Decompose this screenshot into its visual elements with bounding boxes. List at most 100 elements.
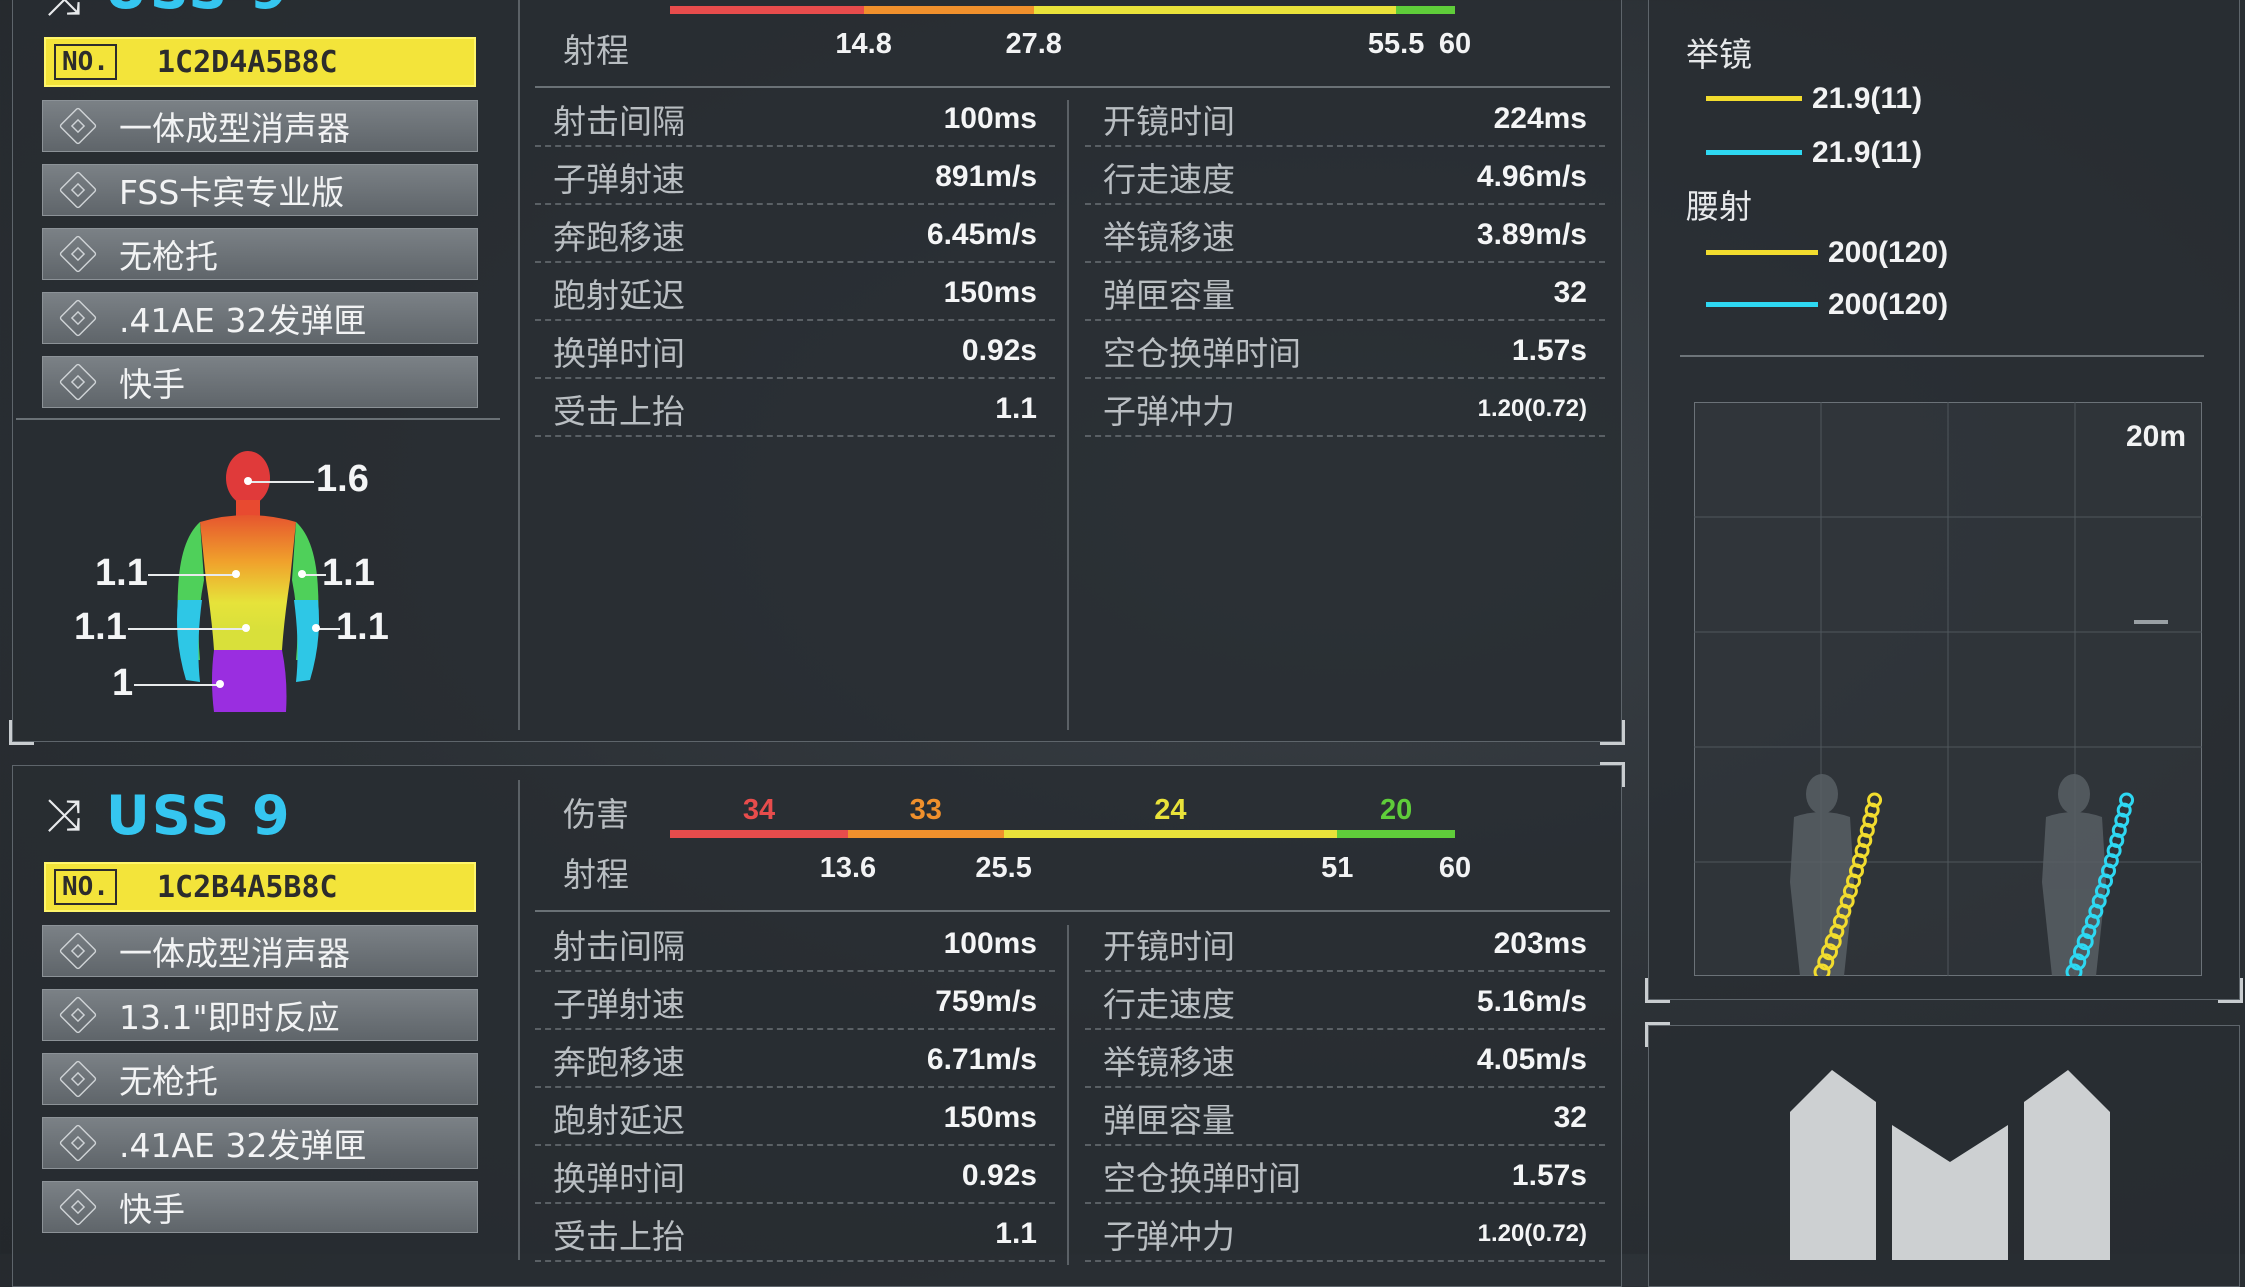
stat-label: 开镜时间 [1103, 927, 1235, 966]
stat-value: 759m/s [935, 985, 1037, 1018]
attachment-icon [58, 362, 98, 402]
damage-segment [1337, 830, 1455, 838]
attachment-slot[interactable]: 13.1"即时反应 [42, 989, 478, 1041]
panel-corner [1600, 762, 1625, 787]
stat-label: 举镜移速 [1103, 1043, 1235, 1082]
left-forearm-zone [177, 600, 202, 682]
attachment-slot[interactable]: 快手 [42, 1181, 478, 1233]
attachment-slot[interactable]: 一体成型消声器 [42, 925, 478, 977]
attachment-name: 一体成型消声器 [119, 109, 350, 148]
attachment-icon [58, 1187, 98, 1227]
stat-label: 行走速度 [1103, 160, 1235, 199]
stat-value: 0.92s [961, 334, 1037, 367]
stat-value: 1.1 [995, 1217, 1037, 1250]
range-tick: 25.5 [975, 852, 1032, 884]
attachment-name: 快手 [119, 1190, 185, 1229]
weapon-1-serial: NO. 1C2D4A5B8C [44, 37, 476, 87]
panel-corner [1645, 978, 1670, 1003]
ads-label: 举镜 [1686, 35, 1752, 74]
stat-value: 32 [1553, 276, 1587, 309]
stat-row: 空仓换弹时间 1.57s [1085, 325, 1605, 379]
stat-value: 100ms [943, 927, 1037, 960]
hip-label: 腰射 [1686, 187, 1752, 226]
stat-row: 受击上抬 1.1 [535, 383, 1055, 437]
range-tick: 13.6 [819, 852, 877, 884]
attachment-slot[interactable]: .41AE 32发弹匣 [42, 1117, 478, 1169]
hit-dot [312, 624, 320, 632]
neck-zone [236, 500, 260, 516]
stat-label: 举镜移速 [1103, 218, 1235, 257]
stat-value: 4.05m/s [1476, 1043, 1587, 1076]
attachment-slot[interactable]: 一体成型消声器 [42, 100, 478, 152]
stat-label: 跑射延迟 [553, 276, 685, 315]
stat-label: 空仓换弹时间 [1103, 1159, 1301, 1198]
range-label: 射程 [563, 855, 629, 894]
stat-value: 0.92s [961, 1159, 1037, 1192]
distance-label: 20m [2126, 420, 2187, 453]
stat-label: 弹匣容量 [1103, 1101, 1235, 1140]
hip-value-1: 200(120) [1828, 236, 1949, 269]
attachment-slot[interactable]: 无枪托 [42, 228, 478, 280]
attachment-slot[interactable]: FSS卡宾专业版 [42, 164, 478, 216]
attachment-slot[interactable]: .41AE 32发弹匣 [42, 292, 478, 344]
damage-label: 伤害 [563, 795, 629, 834]
shuffle-icon[interactable]: ⤨ [46, 0, 81, 25]
serial-prefix: NO. [54, 44, 117, 80]
leader-line [148, 574, 236, 576]
range-label: 射程 [563, 31, 629, 70]
stat-label: 换弹时间 [553, 1159, 685, 1198]
attachment-slot[interactable]: 无枪托 [42, 1053, 478, 1105]
stomach-left-multiplier: 1.1 [74, 606, 127, 648]
attachment-icon [58, 106, 98, 146]
ads-legend-line-yellow [1706, 96, 1802, 101]
ads-value-1: 21.9(11) [1812, 82, 1923, 115]
shuffle-icon[interactable]: ⤨ [46, 790, 81, 841]
stat-row: 跑射延迟 150ms [535, 1092, 1055, 1146]
stat-value: 6.71m/s [926, 1043, 1037, 1076]
stat-value: 1.20(0.72) [1477, 395, 1587, 422]
chest-left-multiplier: 1.1 [95, 552, 148, 594]
stat-value: 32 [1553, 1101, 1587, 1134]
stat-row: 行走速度 4.96m/s [1085, 151, 1605, 205]
stat-row: 举镜移速 3.89m/s [1085, 209, 1605, 263]
attachment-name: .41AE 32发弹匣 [119, 1126, 367, 1165]
attachment-icon [58, 298, 98, 338]
weapon-1-title: USS 9 [104, 0, 290, 21]
damage-segment [670, 6, 864, 14]
attachment-icon [58, 1123, 98, 1163]
stat-row: 子弹射速 759m/s [535, 976, 1055, 1030]
attachment-name: 13.1"即时反应 [119, 998, 340, 1037]
stat-label: 奔跑移速 [553, 218, 685, 257]
stat-label: 子弹冲力 [1103, 1217, 1235, 1256]
stat-value: 3.89m/s [1476, 218, 1587, 251]
stat-label: 空仓换弹时间 [1103, 334, 1301, 373]
panel-corner [1600, 720, 1625, 745]
panel-corner [2218, 978, 2243, 1003]
stat-label: 子弹射速 [553, 985, 685, 1024]
hip-legend-line-cyan [1706, 302, 1818, 307]
stat-row: 跑射延迟 150ms [535, 267, 1055, 321]
leader-line [128, 628, 246, 630]
divider [1680, 355, 2204, 357]
tick-mark [2134, 620, 2168, 624]
hit-dot [216, 680, 224, 688]
stat-value: 1.1 [995, 392, 1037, 425]
divider [1067, 925, 1069, 1265]
leader-line [134, 684, 220, 686]
head-multiplier: 1.6 [316, 458, 369, 500]
stat-label: 奔跑移速 [553, 1043, 685, 1082]
stat-label: 射击间隔 [553, 927, 685, 966]
range-tick: 60 [1438, 852, 1472, 884]
stat-value: 5.16m/s [1476, 985, 1587, 1018]
weapon-2-serial: NO. 1C2B4A5B8C [44, 862, 476, 912]
damage-segment [670, 830, 848, 838]
damage-value: 20 [1379, 794, 1413, 826]
damage-value: 24 [1154, 794, 1187, 826]
attachment-name: 无枪托 [119, 237, 218, 276]
stat-label: 行走速度 [1103, 985, 1235, 1024]
damage-value: 33 [909, 794, 942, 826]
attachment-slot[interactable]: 快手 [42, 356, 478, 408]
ads-legend-line-cyan [1706, 150, 1802, 155]
stat-row: 子弹射速 891m/s [535, 151, 1055, 205]
stat-value: 150ms [943, 276, 1037, 309]
